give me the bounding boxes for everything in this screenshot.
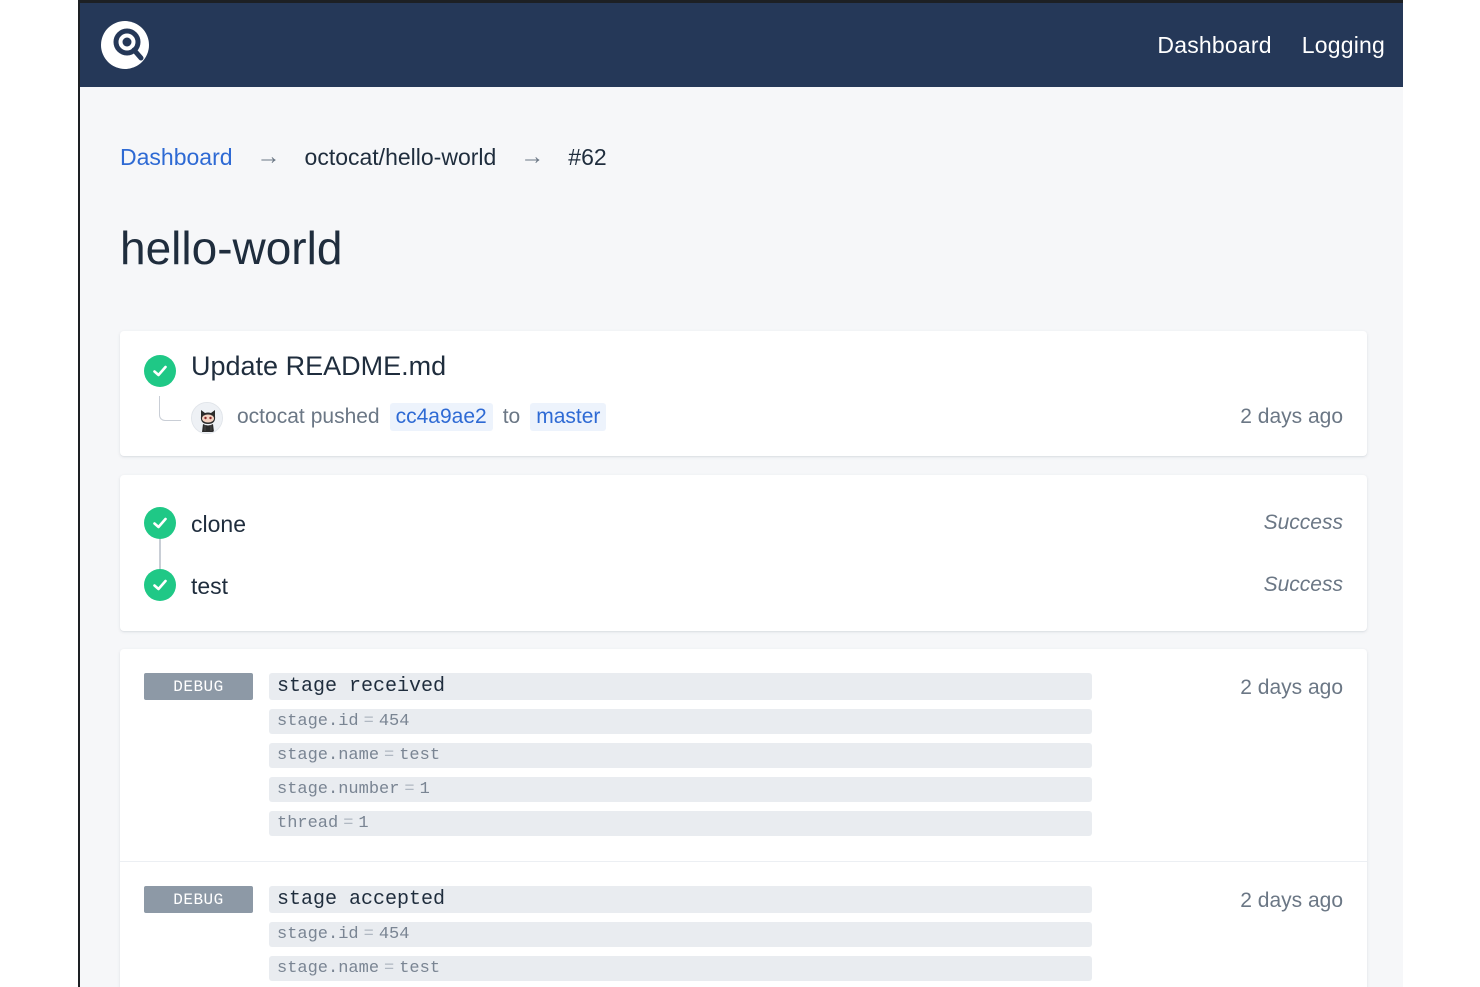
commit-card: Update README.md octocat pushed cc4a9ae2… — [120, 331, 1367, 456]
log-field-key: stage.name — [277, 959, 380, 978]
step-name: clone — [191, 511, 246, 537]
log-field: stage.number = 1 — [269, 777, 1092, 802]
steps-card: clone Success test Success — [120, 475, 1367, 631]
tree-connector — [159, 396, 181, 421]
log-field-value: 454 — [378, 712, 410, 731]
log-level-badge: DEBUG — [144, 673, 253, 700]
branch-link[interactable]: master — [530, 403, 607, 431]
check-circle-icon — [144, 355, 176, 387]
log-field-key: stage.id — [277, 712, 359, 731]
log-field-key: stage.number — [277, 780, 400, 799]
log-field: stage.name = test — [269, 743, 1092, 768]
log-field-value: test — [399, 746, 441, 765]
log-field: stage.name = test — [269, 956, 1092, 981]
check-circle-icon — [144, 569, 176, 601]
log-field: thread = 1 — [269, 811, 1092, 836]
top-navbar: Dashboard Logging — [80, 3, 1403, 87]
breadcrumb-arrow-icon: → — [520, 143, 545, 170]
log-field-value: 1 — [419, 780, 430, 799]
commit-action: pushed — [310, 405, 380, 428]
log-field-key: stage.id — [277, 925, 359, 944]
log-card: DEBUG stage received 2 days ago stage.id… — [120, 649, 1367, 987]
log-time: 2 days ago — [1240, 676, 1343, 699]
commit-time: 2 days ago — [1240, 405, 1343, 428]
top-nav-links: Dashboard Logging — [1157, 3, 1385, 87]
commit-sha-link[interactable]: cc4a9ae2 — [389, 403, 493, 431]
log-level-badge: DEBUG — [144, 886, 253, 913]
step-name: test — [191, 573, 229, 599]
log-field-key: thread — [277, 814, 339, 833]
log-field: stage.id = 454 — [269, 922, 1092, 947]
commit-connector: to — [502, 405, 521, 428]
breadcrumb: Dashboard → octocat/hello-world → #62 — [120, 143, 607, 171]
commit-meta: octocat pushed cc4a9ae2 to master — [237, 403, 616, 431]
drone-logo-icon[interactable] — [100, 20, 150, 70]
nav-logging-link[interactable]: Logging — [1302, 32, 1385, 59]
check-circle-icon — [144, 507, 176, 539]
app-window: Dashboard Logging Dashboard → octocat/he… — [78, 0, 1403, 987]
log-field-value: 454 — [378, 925, 410, 944]
step-status: Success — [1263, 511, 1343, 534]
breadcrumb-build-number: #62 — [568, 143, 607, 170]
log-field: stage.id = 454 — [269, 709, 1092, 734]
octocat-avatar-icon — [192, 403, 222, 433]
log-divider — [120, 861, 1367, 862]
log-field-key: stage.name — [277, 746, 380, 765]
breadcrumb-dashboard-link[interactable]: Dashboard — [120, 144, 233, 171]
log-time: 2 days ago — [1240, 889, 1343, 912]
step-status: Success — [1263, 573, 1343, 596]
breadcrumb-repo: octocat/hello-world — [304, 143, 497, 170]
nav-dashboard-link[interactable]: Dashboard — [1157, 32, 1271, 59]
log-field-value: 1 — [358, 814, 369, 833]
commit-author: octocat — [237, 405, 305, 428]
log-message: stage received — [269, 673, 1092, 700]
avatar — [191, 402, 223, 434]
commit-message: Update README.md — [191, 351, 447, 381]
page-title: hello-world — [120, 222, 343, 274]
log-message: stage accepted — [269, 886, 1092, 913]
log-field-value: test — [399, 959, 441, 978]
breadcrumb-arrow-icon: → — [256, 143, 281, 170]
